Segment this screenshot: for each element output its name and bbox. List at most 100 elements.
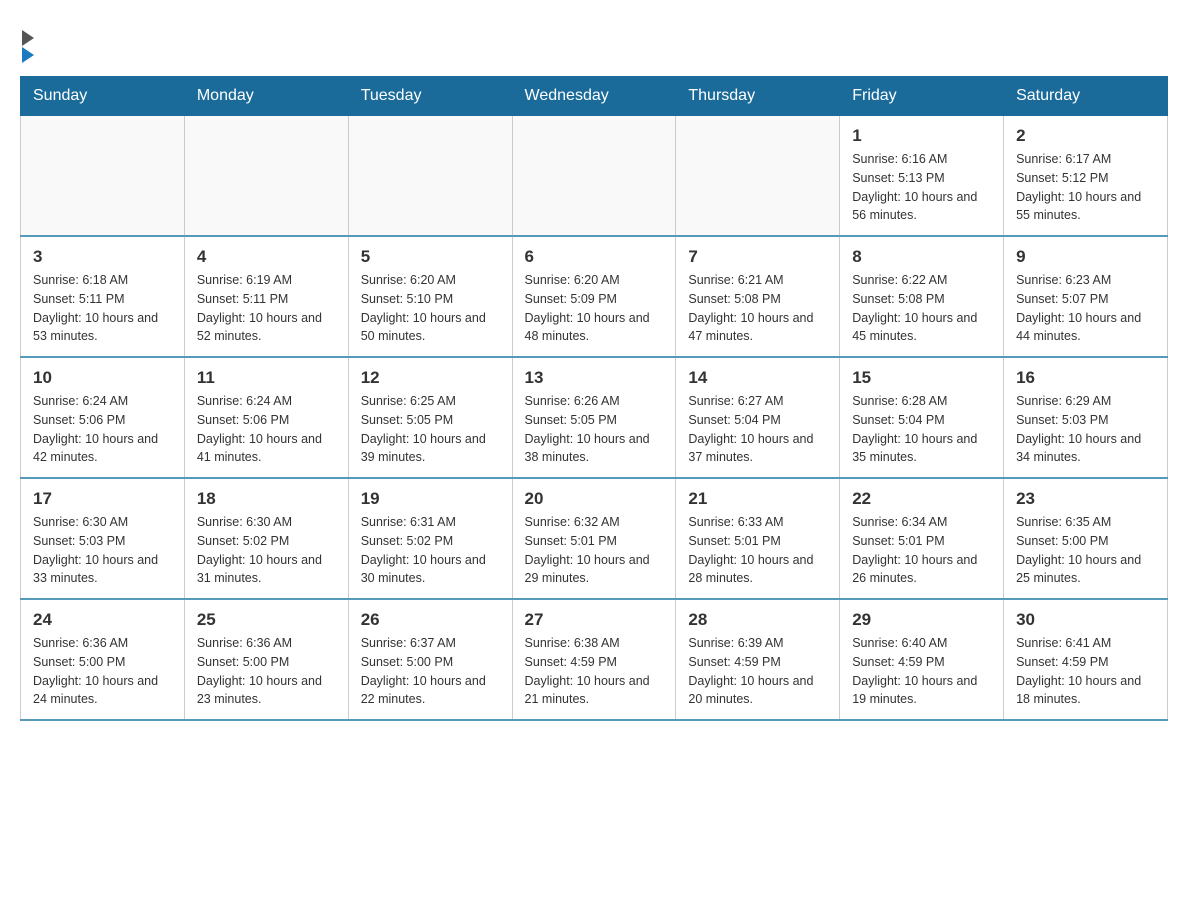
calendar-cell: 8 Sunrise: 6:22 AMSunset: 5:08 PMDaylight… bbox=[840, 236, 1004, 357]
day-number: 21 bbox=[688, 489, 827, 509]
day-info: Sunrise: 6:30 AMSunset: 5:02 PMDaylight:… bbox=[197, 513, 336, 588]
day-number: 22 bbox=[852, 489, 991, 509]
calendar-week-1: 1 Sunrise: 6:16 AMSunset: 5:13 PMDaylight… bbox=[21, 116, 1168, 237]
day-info: Sunrise: 6:24 AMSunset: 5:06 PMDaylight:… bbox=[33, 392, 172, 467]
calendar-cell: 15 Sunrise: 6:28 AMSunset: 5:04 PMDayligh… bbox=[840, 357, 1004, 478]
day-number: 17 bbox=[33, 489, 172, 509]
day-info: Sunrise: 6:16 AMSunset: 5:13 PMDaylight:… bbox=[852, 150, 991, 225]
day-number: 26 bbox=[361, 610, 500, 630]
calendar-cell: 24 Sunrise: 6:36 AMSunset: 5:00 PMDayligh… bbox=[21, 599, 185, 720]
day-info: Sunrise: 6:29 AMSunset: 5:03 PMDaylight:… bbox=[1016, 392, 1155, 467]
day-info: Sunrise: 6:39 AMSunset: 4:59 PMDaylight:… bbox=[688, 634, 827, 709]
day-number: 5 bbox=[361, 247, 500, 267]
calendar-cell: 19 Sunrise: 6:31 AMSunset: 5:02 PMDayligh… bbox=[348, 478, 512, 599]
day-number: 10 bbox=[33, 368, 172, 388]
calendar-cell: 28 Sunrise: 6:39 AMSunset: 4:59 PMDayligh… bbox=[676, 599, 840, 720]
calendar-cell: 10 Sunrise: 6:24 AMSunset: 5:06 PMDayligh… bbox=[21, 357, 185, 478]
calendar-cell bbox=[184, 116, 348, 237]
calendar-table: SundayMondayTuesdayWednesdayThursdayFrid… bbox=[20, 76, 1168, 721]
calendar-cell: 21 Sunrise: 6:33 AMSunset: 5:01 PMDayligh… bbox=[676, 478, 840, 599]
page-header bbox=[20, 20, 1168, 61]
calendar-cell: 23 Sunrise: 6:35 AMSunset: 5:00 PMDayligh… bbox=[1004, 478, 1168, 599]
day-info: Sunrise: 6:41 AMSunset: 4:59 PMDaylight:… bbox=[1016, 634, 1155, 709]
calendar-cell: 1 Sunrise: 6:16 AMSunset: 5:13 PMDaylight… bbox=[840, 116, 1004, 237]
day-info: Sunrise: 6:34 AMSunset: 5:01 PMDaylight:… bbox=[852, 513, 991, 588]
day-number: 24 bbox=[33, 610, 172, 630]
day-number: 2 bbox=[1016, 126, 1155, 146]
day-info: Sunrise: 6:22 AMSunset: 5:08 PMDaylight:… bbox=[852, 271, 991, 346]
day-info: Sunrise: 6:28 AMSunset: 5:04 PMDaylight:… bbox=[852, 392, 991, 467]
calendar-cell: 5 Sunrise: 6:20 AMSunset: 5:10 PMDaylight… bbox=[348, 236, 512, 357]
day-info: Sunrise: 6:35 AMSunset: 5:00 PMDaylight:… bbox=[1016, 513, 1155, 588]
day-number: 23 bbox=[1016, 489, 1155, 509]
calendar-cell: 12 Sunrise: 6:25 AMSunset: 5:05 PMDayligh… bbox=[348, 357, 512, 478]
calendar-cell: 6Sunrise: 6:20 AMSunset: 5:09 PMDaylight… bbox=[512, 236, 676, 357]
calendar-cell: 16Sunrise: 6:29 AMSunset: 5:03 PMDayligh… bbox=[1004, 357, 1168, 478]
weekday-header-saturday: Saturday bbox=[1004, 77, 1168, 116]
day-info: Sunrise: 6:36 AMSunset: 5:00 PMDaylight:… bbox=[197, 634, 336, 709]
calendar-cell: 30Sunrise: 6:41 AMSunset: 4:59 PMDayligh… bbox=[1004, 599, 1168, 720]
weekday-header-friday: Friday bbox=[840, 77, 1004, 116]
day-number: 3 bbox=[33, 247, 172, 267]
day-info: Sunrise: 6:30 AMSunset: 5:03 PMDaylight:… bbox=[33, 513, 172, 588]
day-info: Sunrise: 6:37 AMSunset: 5:00 PMDaylight:… bbox=[361, 634, 500, 709]
weekday-header-wednesday: Wednesday bbox=[512, 77, 676, 116]
day-number: 8 bbox=[852, 247, 991, 267]
calendar-cell: 25 Sunrise: 6:36 AMSunset: 5:00 PMDayligh… bbox=[184, 599, 348, 720]
logo-arrow-top bbox=[22, 30, 34, 46]
calendar-cell: 7Sunrise: 6:21 AMSunset: 5:08 PMDaylight… bbox=[676, 236, 840, 357]
calendar-cell bbox=[348, 116, 512, 237]
calendar-header: SundayMondayTuesdayWednesdayThursdayFrid… bbox=[21, 77, 1168, 116]
day-number: 1 bbox=[852, 126, 991, 146]
day-info: Sunrise: 6:24 AMSunset: 5:06 PMDaylight:… bbox=[197, 392, 336, 467]
calendar-week-3: 10 Sunrise: 6:24 AMSunset: 5:06 PMDayligh… bbox=[21, 357, 1168, 478]
day-number: 11 bbox=[197, 368, 336, 388]
calendar-cell: 9Sunrise: 6:23 AMSunset: 5:07 PMDaylight… bbox=[1004, 236, 1168, 357]
calendar-cell: 18Sunrise: 6:30 AMSunset: 5:02 PMDayligh… bbox=[184, 478, 348, 599]
weekday-header-thursday: Thursday bbox=[676, 77, 840, 116]
calendar-week-2: 3Sunrise: 6:18 AMSunset: 5:11 PMDaylight… bbox=[21, 236, 1168, 357]
day-info: Sunrise: 6:26 AMSunset: 5:05 PMDaylight:… bbox=[525, 392, 664, 467]
day-number: 13 bbox=[525, 368, 664, 388]
calendar-cell: 22 Sunrise: 6:34 AMSunset: 5:01 PMDayligh… bbox=[840, 478, 1004, 599]
weekday-header-sunday: Sunday bbox=[21, 77, 185, 116]
day-number: 20 bbox=[525, 489, 664, 509]
calendar-cell: 11 Sunrise: 6:24 AMSunset: 5:06 PMDayligh… bbox=[184, 357, 348, 478]
calendar-cell: 27 Sunrise: 6:38 AMSunset: 4:59 PMDayligh… bbox=[512, 599, 676, 720]
day-number: 15 bbox=[852, 368, 991, 388]
day-number: 4 bbox=[197, 247, 336, 267]
calendar-cell: 26 Sunrise: 6:37 AMSunset: 5:00 PMDayligh… bbox=[348, 599, 512, 720]
logo bbox=[20, 20, 34, 61]
day-info: Sunrise: 6:19 AMSunset: 5:11 PMDaylight:… bbox=[197, 271, 336, 346]
day-info: Sunrise: 6:25 AMSunset: 5:05 PMDaylight:… bbox=[361, 392, 500, 467]
weekday-header-monday: Monday bbox=[184, 77, 348, 116]
calendar-cell: 3Sunrise: 6:18 AMSunset: 5:11 PMDaylight… bbox=[21, 236, 185, 357]
day-number: 28 bbox=[688, 610, 827, 630]
calendar-cell: 2Sunrise: 6:17 AMSunset: 5:12 PMDaylight… bbox=[1004, 116, 1168, 237]
calendar-cell: 20Sunrise: 6:32 AMSunset: 5:01 PMDayligh… bbox=[512, 478, 676, 599]
day-info: Sunrise: 6:36 AMSunset: 5:00 PMDaylight:… bbox=[33, 634, 172, 709]
calendar-body: 1 Sunrise: 6:16 AMSunset: 5:13 PMDaylight… bbox=[21, 116, 1168, 721]
day-info: Sunrise: 6:33 AMSunset: 5:01 PMDaylight:… bbox=[688, 513, 827, 588]
day-info: Sunrise: 6:38 AMSunset: 4:59 PMDaylight:… bbox=[525, 634, 664, 709]
day-number: 29 bbox=[852, 610, 991, 630]
day-number: 9 bbox=[1016, 247, 1155, 267]
day-number: 25 bbox=[197, 610, 336, 630]
calendar-week-4: 17 Sunrise: 6:30 AMSunset: 5:03 PMDayligh… bbox=[21, 478, 1168, 599]
day-number: 19 bbox=[361, 489, 500, 509]
logo-arrow-bottom bbox=[22, 47, 34, 63]
day-info: Sunrise: 6:20 AMSunset: 5:09 PMDaylight:… bbox=[525, 271, 664, 346]
day-info: Sunrise: 6:40 AMSunset: 4:59 PMDaylight:… bbox=[852, 634, 991, 709]
day-number: 27 bbox=[525, 610, 664, 630]
weekday-header-row: SundayMondayTuesdayWednesdayThursdayFrid… bbox=[21, 77, 1168, 116]
day-info: Sunrise: 6:27 AMSunset: 5:04 PMDaylight:… bbox=[688, 392, 827, 467]
calendar-cell: 14 Sunrise: 6:27 AMSunset: 5:04 PMDayligh… bbox=[676, 357, 840, 478]
calendar-cell: 4 Sunrise: 6:19 AMSunset: 5:11 PMDaylight… bbox=[184, 236, 348, 357]
day-info: Sunrise: 6:20 AMSunset: 5:10 PMDaylight:… bbox=[361, 271, 500, 346]
day-number: 12 bbox=[361, 368, 500, 388]
calendar-week-5: 24 Sunrise: 6:36 AMSunset: 5:00 PMDayligh… bbox=[21, 599, 1168, 720]
calendar-cell bbox=[21, 116, 185, 237]
day-info: Sunrise: 6:31 AMSunset: 5:02 PMDaylight:… bbox=[361, 513, 500, 588]
day-number: 14 bbox=[688, 368, 827, 388]
weekday-header-tuesday: Tuesday bbox=[348, 77, 512, 116]
